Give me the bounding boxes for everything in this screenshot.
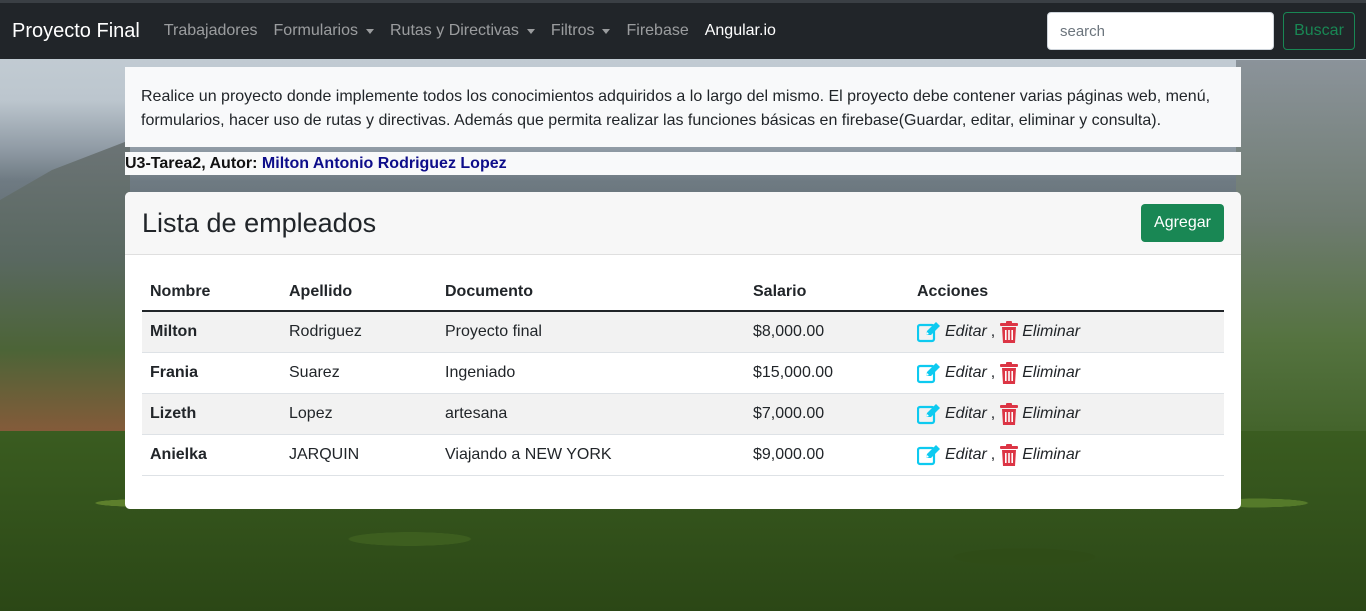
table-header-row: Nombre Apellido Documento Salario Accion…: [142, 273, 1224, 312]
edit-icon[interactable]: [917, 321, 941, 343]
navbar: Proyecto Final Trabajadores Formularios …: [0, 0, 1366, 59]
cell-salario: $8,000.00: [745, 311, 909, 353]
trash-icon[interactable]: [1000, 402, 1019, 425]
cell-documento: Viajando a NEW YORK: [437, 434, 745, 476]
edit-icon[interactable]: [917, 444, 941, 466]
action-separator: ,: [990, 445, 996, 463]
row-actions: Editar , Eliminar: [917, 361, 1216, 384]
nav-item-rutas-directivas[interactable]: Rutas y Directivas: [390, 22, 535, 40]
nav-item-filtros[interactable]: Filtros: [551, 22, 611, 40]
cell-apellido: Rodriguez: [281, 311, 437, 353]
nav-item-label: Firebase: [626, 22, 689, 39]
table-row: Milton Rodriguez Proyecto final $8,000.0…: [142, 311, 1224, 353]
delete-link[interactable]: Eliminar: [1022, 405, 1080, 423]
nav-item-label: Rutas y Directivas: [390, 22, 519, 39]
page-title: Lista de empleados: [142, 207, 377, 238]
search-form: Buscar: [1047, 12, 1355, 50]
delete-link[interactable]: Eliminar: [1022, 364, 1080, 382]
cell-apellido: JARQUIN: [281, 434, 437, 476]
edit-link[interactable]: Editar: [945, 405, 987, 423]
nav-item-formularios[interactable]: Formularios: [274, 22, 374, 40]
trash-icon[interactable]: [1000, 320, 1019, 343]
cell-apellido: Suarez: [281, 352, 437, 394]
nav-item-label: Angular.io: [704, 22, 776, 39]
cell-documento: Ingeniado: [437, 352, 745, 394]
row-actions: Editar , Eliminar: [917, 320, 1216, 343]
cell-salario: $7,000.00: [745, 393, 909, 435]
cell-salario: $15,000.00: [745, 352, 909, 394]
column-header-apellido: Apellido: [281, 273, 437, 312]
add-employee-button[interactable]: Agregar: [1141, 204, 1224, 242]
cell-acciones: Editar , Eliminar: [909, 311, 1224, 353]
cell-nombre: Anielka: [142, 434, 281, 476]
background-mountain-right: [1236, 60, 1366, 460]
delete-link[interactable]: Eliminar: [1022, 323, 1080, 341]
table-wrapper: Nombre Apellido Documento Salario Accion…: [125, 255, 1241, 476]
action-separator: ,: [990, 322, 996, 340]
employee-card: Lista de empleados Agregar Nombre Apelli…: [125, 192, 1241, 509]
table-row: Frania Suarez Ingeniado $15,000.00 Edita…: [142, 352, 1224, 394]
column-header-nombre: Nombre: [142, 273, 281, 312]
row-actions: Editar , Eliminar: [917, 443, 1216, 466]
edit-icon[interactable]: [917, 403, 941, 425]
caret-down-icon: [526, 28, 535, 34]
table-row: Lizeth Lopez artesana $7,000.00 Editar ,…: [142, 393, 1224, 435]
nav-item-trabajadores[interactable]: Trabajadores: [164, 22, 258, 40]
author-name: Milton Antonio Rodriguez Lopez: [261, 155, 507, 172]
cell-apellido: Lopez: [281, 393, 437, 435]
column-header-acciones: Acciones: [909, 273, 1224, 312]
nav-item-label: Filtros: [550, 22, 595, 39]
caret-down-icon: [602, 28, 611, 34]
employee-table: Nombre Apellido Documento Salario Accion…: [142, 273, 1224, 476]
edit-link[interactable]: Editar: [945, 446, 987, 464]
intro-text: Realice un proyecto donde implemente tod…: [125, 67, 1241, 147]
row-actions: Editar , Eliminar: [917, 402, 1216, 425]
cell-nombre: Frania: [142, 352, 281, 394]
cell-acciones: Editar , Eliminar: [909, 352, 1224, 394]
delete-link[interactable]: Eliminar: [1022, 446, 1080, 464]
nav-item-label: Formularios: [273, 22, 358, 39]
cell-documento: artesana: [437, 393, 745, 435]
nav-item-label: Trabajadores: [163, 22, 258, 39]
edit-link[interactable]: Editar: [945, 364, 987, 382]
card-header: Lista de empleados Agregar: [125, 192, 1241, 255]
table-row: Anielka JARQUIN Viajando a NEW YORK $9,0…: [142, 434, 1224, 476]
cell-acciones: Editar , Eliminar: [909, 434, 1224, 476]
caret-down-icon: [366, 28, 374, 34]
edit-icon[interactable]: [917, 362, 941, 384]
column-header-salario: Salario: [745, 273, 909, 312]
cell-nombre: Lizeth: [142, 393, 281, 435]
cell-acciones: Editar , Eliminar: [909, 393, 1224, 435]
author-prefix: U3-Tarea2, Autor:: [125, 155, 262, 172]
column-header-documento: Documento: [437, 273, 745, 312]
trash-icon[interactable]: [1000, 443, 1019, 466]
navbar-brand[interactable]: Proyecto Final: [12, 20, 140, 43]
nav-item-angular[interactable]: Angular.io: [705, 22, 776, 40]
trash-icon[interactable]: [1000, 361, 1019, 384]
cell-nombre: Milton: [142, 311, 281, 353]
author-line: U3-Tarea2, Autor: Milton Antonio Rodrigu…: [125, 152, 1241, 175]
action-separator: ,: [990, 404, 996, 422]
cell-documento: Proyecto final: [437, 311, 745, 353]
edit-link[interactable]: Editar: [945, 323, 987, 341]
cell-salario: $9,000.00: [745, 434, 909, 476]
search-input[interactable]: [1047, 12, 1274, 50]
search-button[interactable]: Buscar: [1283, 12, 1355, 50]
action-separator: ,: [990, 363, 996, 381]
background-mountain-left: [0, 140, 130, 440]
nav-item-firebase[interactable]: Firebase: [626, 22, 688, 40]
